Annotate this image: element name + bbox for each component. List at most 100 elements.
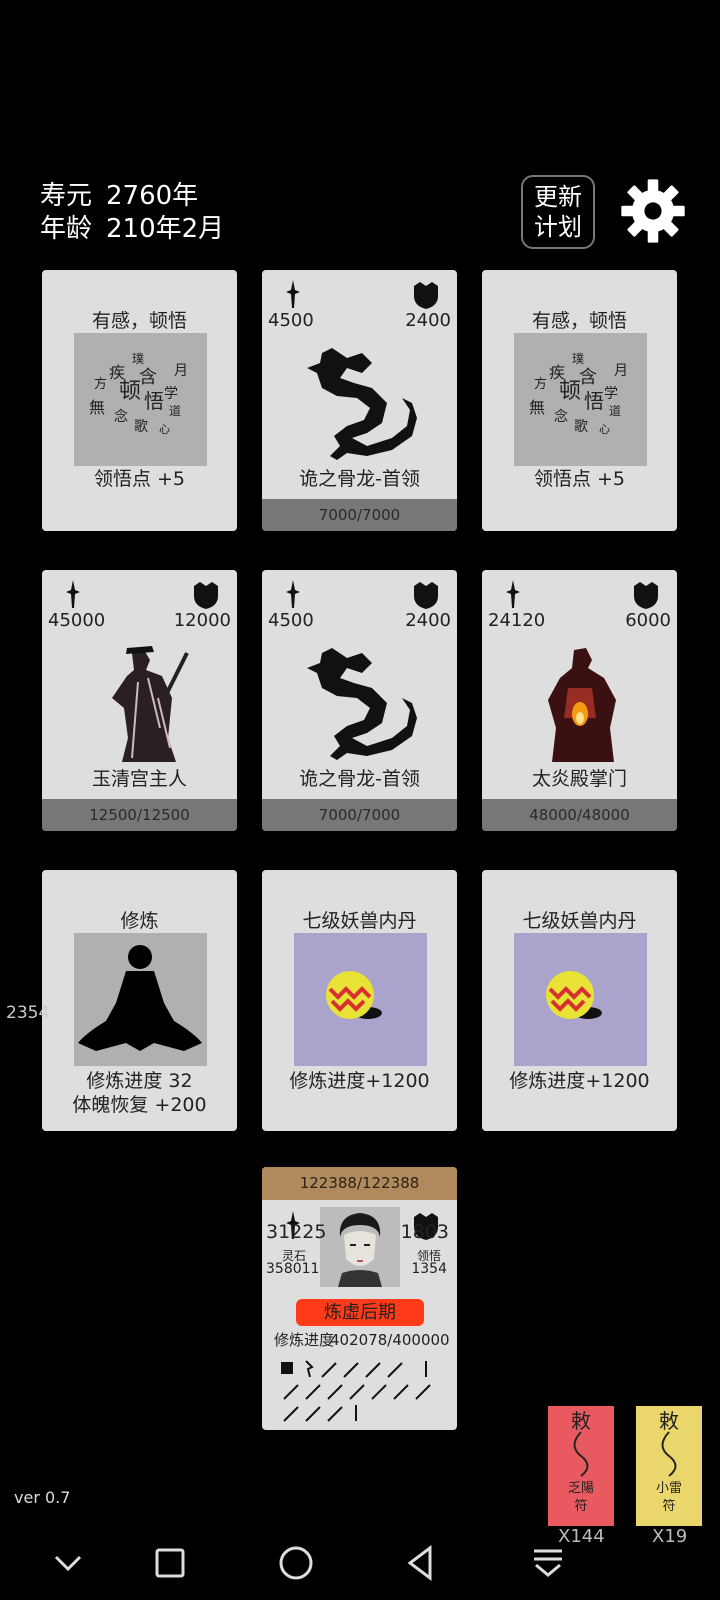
sword-icon [66, 580, 80, 608]
meditating-figure-icon [78, 945, 202, 1051]
calligraphy-swirl-icon: 顿 含 悟 疾 方 学 道 無 念 歌 月 璞 心 [529, 352, 628, 436]
lifespan-value: 2760年 [106, 181, 199, 211]
body-recovery: 体魄恢复 +200 [72, 1094, 207, 1116]
player-card[interactable]: 122388/122388 31225 1803 灵石 358011 领悟 13… [262, 1167, 457, 1430]
calligraphy-swirl-icon: 顿 含 悟 疾 方 学 道 無 念 歌 月 璞 心 [89, 352, 188, 436]
update-plan-button[interactable]: 更新 计划 [521, 175, 595, 249]
talisman-sub: 符 [662, 1498, 675, 1514]
sword-icon [283, 1406, 299, 1422]
cultivate-art [74, 933, 207, 1066]
talisman-card-yellow[interactable]: 敕 小雷 符 [636, 1406, 702, 1526]
update-plan-label-1: 更新 [534, 183, 582, 211]
svg-text:含: 含 [579, 367, 597, 388]
sword-icon [321, 1362, 337, 1378]
svg-text:道: 道 [169, 404, 181, 418]
gear-icon[interactable] [620, 178, 686, 244]
event-card-insight[interactable]: 有感，顿悟 顿 含 悟 疾 方 学 道 無 念 歌 月 璞 心 领悟点 +5 [42, 270, 237, 531]
enemy-name: 诡之骨龙-首领 [299, 768, 420, 790]
sword-icon [343, 1362, 359, 1378]
insight-art: 顿 含 悟 疾 方 学 道 無 念 歌 月 璞 心 [74, 333, 207, 466]
talisman-name: 小雷 [656, 1481, 682, 1496]
defense-value: 2400 [405, 610, 451, 631]
cultivate-progress: 修炼进度 32 [86, 1070, 193, 1092]
card-title: 七级妖兽内丹 [522, 910, 637, 932]
sword-icon [349, 1384, 365, 1400]
svg-text:含: 含 [139, 367, 157, 388]
spirit-stone-value: 358011 [266, 1261, 320, 1277]
player-defense: 1803 [400, 1221, 449, 1243]
home-circle-icon[interactable] [276, 1543, 316, 1583]
equipment-icons [281, 1360, 431, 1422]
sword-icon [286, 280, 300, 308]
insight-art: 顿 含 悟 疾 方 学 道 無 念 歌 月 璞 心 [514, 333, 647, 466]
sword-icon [371, 1384, 387, 1400]
enemy-name: 玉清宫主人 [91, 768, 187, 790]
avatar [320, 1207, 400, 1287]
enemy-card-bone-dragon[interactable]: 4500 2400 诡之骨龙-首领 7000/7000 [262, 270, 457, 531]
lifespan-label: 寿元 [40, 181, 93, 211]
talisman-sub: 符 [574, 1498, 587, 1514]
enemy-card-bone-dragon[interactable]: 4500 2400 诡之骨龙-首领 7000/7000 [262, 570, 457, 831]
bone-dragon-icon [307, 648, 417, 760]
enemy-card-taiyan[interactable]: 24120 6000 太炎殿掌门 48000/48000 [482, 570, 677, 831]
insight-value: 1354 [411, 1261, 447, 1277]
recents-square-icon[interactable] [150, 1543, 190, 1583]
svg-text:無: 無 [89, 398, 105, 417]
svg-text:学: 学 [164, 386, 178, 402]
defense-value: 2400 [405, 310, 451, 331]
demon-core-art [294, 933, 427, 1066]
sect-master-figure-icon [112, 646, 189, 762]
event-card-insight[interactable]: 有感，顿悟 顿 含 悟 疾 方 学 道 無 念 歌 月 璞 心 领悟点 +5 [482, 270, 677, 531]
enemy-card-yuqing[interactable]: 45000 12000 玉清宫主人 12500/12500 [42, 570, 237, 831]
enemy-name: 太炎殿掌门 [531, 768, 627, 790]
sword-icon [286, 580, 300, 608]
card-title: 有感，顿悟 [531, 310, 627, 332]
enemy-name: 诡之骨龙-首领 [299, 468, 420, 490]
item-card-demon-core[interactable]: 七级妖兽内丹 修炼进度+1200 [262, 870, 457, 1131]
talisman-top-char: 敕 [571, 1409, 591, 1433]
sword-icon [283, 1384, 299, 1400]
card-footer: 领悟点 +5 [533, 468, 626, 490]
version-label: ver 0.7 [14, 1488, 71, 1507]
shield-icon [414, 582, 438, 609]
demon-core-icon [326, 971, 382, 1019]
svg-text:念: 念 [114, 408, 128, 425]
enemy-hp-bar: 12500/12500 [42, 799, 237, 831]
talisman-card-red[interactable]: 敕 乏陽 符 [548, 1406, 614, 1526]
card-title: 有感，顿悟 [91, 310, 187, 332]
player-attack: 31225 [266, 1221, 327, 1243]
sword-icon [327, 1384, 343, 1400]
card-footer: 修炼进度+1200 [509, 1070, 650, 1092]
bone-dragon-icon [307, 348, 417, 460]
side-counter: 2354 [6, 1003, 50, 1023]
svg-text:疾: 疾 [549, 363, 565, 382]
sword-icon [305, 1384, 321, 1400]
event-card-cultivate[interactable]: 修炼 修炼进度 32 体魄恢复 +200 [42, 870, 237, 1131]
shield-icon [634, 582, 658, 609]
progress-label: 修炼进度 [274, 1331, 335, 1349]
card-footer: 领悟点 +5 [93, 468, 186, 490]
back-triangle-icon[interactable] [400, 1543, 440, 1583]
svg-text:学: 学 [604, 386, 618, 402]
attack-value: 45000 [48, 610, 106, 631]
demon-core-art [514, 933, 647, 1066]
sword-icon [506, 580, 520, 608]
shield-icon [414, 282, 438, 309]
axe-icon [305, 1360, 314, 1378]
avatar-portrait-icon [338, 1213, 382, 1287]
item-card-demon-core[interactable]: 七级妖兽内丹 修炼进度+1200 [482, 870, 677, 1131]
attack-value: 4500 [268, 310, 314, 331]
enemy-hp-bar: 7000/7000 [262, 799, 457, 831]
svg-text:無: 無 [529, 398, 545, 417]
age-line: 年龄 210年2月 [40, 208, 224, 245]
update-plan-label-2: 计划 [534, 213, 582, 241]
sword-icon [327, 1406, 343, 1422]
sword-icon [305, 1406, 321, 1422]
svg-text:月: 月 [614, 363, 628, 379]
chevron-down-icon[interactable] [48, 1543, 88, 1583]
svg-text:月: 月 [174, 363, 188, 379]
notification-pull-icon[interactable] [528, 1543, 568, 1583]
svg-text:悟: 悟 [584, 389, 604, 413]
card-title: 修炼 [120, 910, 159, 932]
lifespan-line: 寿元 2760年 [40, 175, 198, 212]
